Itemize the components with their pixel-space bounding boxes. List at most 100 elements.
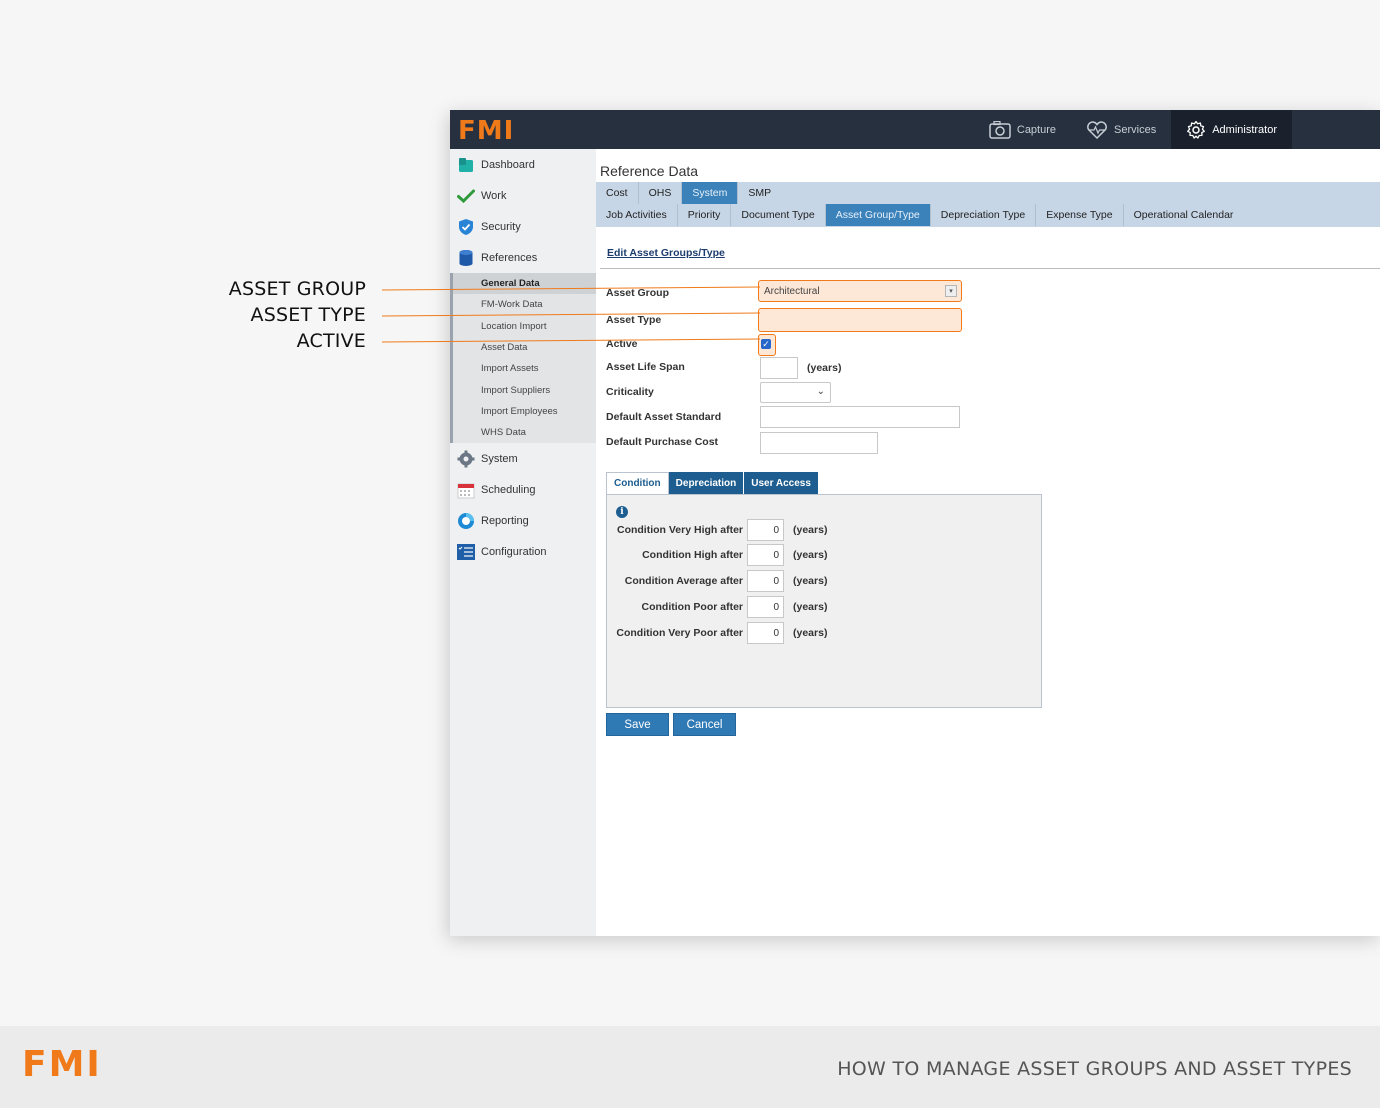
submenu-whs-data[interactable]: WHS Data: [453, 422, 596, 443]
callout-asset-type: ASSET TYPE: [250, 304, 366, 326]
condition-label: Condition Very High after: [616, 524, 743, 536]
condition-label: Condition Poor after: [641, 601, 744, 613]
page-title: Reference Data: [600, 163, 699, 179]
life-span-unit: (years): [807, 362, 842, 374]
condition-input[interactable]: 0: [747, 622, 784, 644]
tab-smp[interactable]: SMP: [738, 182, 781, 204]
condition-input[interactable]: 0: [747, 519, 784, 541]
nav-administrator-label: Administrator: [1212, 123, 1277, 136]
tab-expense-type[interactable]: Expense Type: [1036, 204, 1124, 226]
criticality-select[interactable]: ⌄: [760, 382, 831, 403]
sidebar-item-reporting[interactable]: Reporting: [450, 505, 596, 536]
info-icon[interactable]: i: [616, 506, 628, 518]
sidebar-item-work[interactable]: Work: [450, 180, 596, 211]
condition-unit: (years): [793, 601, 828, 613]
sidebar-item-security[interactable]: Security: [450, 211, 596, 242]
sidebar-label-configuration: Configuration: [481, 545, 547, 558]
tab-priority[interactable]: Priority: [678, 204, 732, 226]
default-cost-label: Default Purchase Cost: [606, 436, 719, 448]
callout-asset-group: ASSET GROUP: [228, 278, 366, 300]
condition-input[interactable]: 0: [747, 596, 784, 618]
top-nav: Capture Services Administrator: [974, 110, 1292, 149]
inner-tabs: Condition Depreciation User Access: [606, 472, 819, 494]
dashboard-icon: [457, 156, 475, 174]
condition-input[interactable]: 0: [747, 544, 784, 566]
condition-panel: i Condition Very High after 0 (years) Co…: [606, 494, 1042, 708]
submenu-asset-data[interactable]: Asset Data: [453, 337, 596, 358]
sidebar-label-reporting: Reporting: [481, 514, 529, 527]
footer: FMI HOW TO MANAGE ASSET GROUPS AND ASSET…: [0, 1026, 1380, 1108]
sidebar-label-scheduling: Scheduling: [481, 483, 536, 496]
sidebar: Dashboard Work Security References Gener…: [450, 149, 596, 936]
asset-group-select[interactable]: Architectural ▾: [758, 280, 962, 302]
condition-unit: (years): [793, 524, 828, 536]
nav-capture[interactable]: Capture: [974, 110, 1071, 149]
submenu-import-assets[interactable]: Import Assets: [453, 358, 596, 379]
tab-user-access[interactable]: User Access: [744, 472, 819, 494]
tab-operational-calendar[interactable]: Operational Calendar: [1124, 204, 1244, 226]
app-window: FMI Capture Services Administrator Dashb…: [450, 110, 1380, 936]
sidebar-label-work: Work: [481, 189, 507, 202]
sidebar-item-system[interactable]: System: [450, 443, 596, 474]
condition-unit: (years): [793, 575, 828, 587]
heartbeat-icon: [1086, 120, 1108, 139]
default-standard-input[interactable]: [760, 406, 960, 428]
list-icon: [457, 543, 475, 561]
nav-services[interactable]: Services: [1071, 110, 1171, 149]
tab-row-primary: Cost OHS System SMP: [596, 182, 1380, 204]
submenu-import-employees[interactable]: Import Employees: [453, 401, 596, 422]
asset-type-input[interactable]: [758, 308, 962, 332]
footer-logo: FMI: [22, 1044, 102, 1085]
cancel-button[interactable]: Cancel: [673, 713, 736, 736]
sidebar-label-references: References: [481, 251, 538, 264]
tab-document-type[interactable]: Document Type: [731, 204, 826, 226]
footer-title: HOW TO MANAGE ASSET GROUPS AND ASSET TYP…: [837, 1058, 1352, 1080]
condition-unit: (years): [793, 627, 828, 639]
sidebar-item-dashboard[interactable]: Dashboard: [450, 149, 596, 180]
gear-icon: [1186, 120, 1206, 140]
gear-icon: [457, 450, 475, 468]
checkmark-icon: [457, 187, 475, 205]
callout-active: ACTIVE: [296, 330, 366, 352]
calendar-icon: [457, 481, 475, 499]
chevron-down-icon: ⌄: [816, 386, 825, 397]
active-checkbox[interactable]: ✓: [761, 339, 771, 349]
active-label: Active: [606, 338, 638, 350]
condition-row: Condition Poor after 0 (years): [607, 596, 1041, 618]
tab-condition[interactable]: Condition: [606, 472, 669, 494]
tab-depreciation[interactable]: Depreciation: [668, 472, 745, 494]
submenu-location-import[interactable]: Location Import: [453, 316, 596, 337]
condition-input[interactable]: 0: [747, 570, 784, 592]
edit-asset-groups-link[interactable]: Edit Asset Groups/Type: [607, 247, 725, 259]
condition-row: Condition Very Poor after 0 (years): [607, 622, 1041, 644]
condition-label: Condition Average after: [624, 575, 743, 587]
submenu-fm-work-data[interactable]: FM-Work Data: [453, 294, 596, 315]
sidebar-item-scheduling[interactable]: Scheduling: [450, 474, 596, 505]
submenu-import-suppliers[interactable]: Import Suppliers: [453, 379, 596, 400]
nav-administrator[interactable]: Administrator: [1171, 110, 1292, 149]
tab-ohs[interactable]: OHS: [639, 182, 683, 204]
sidebar-label-dashboard: Dashboard: [481, 158, 535, 171]
tab-asset-group-type[interactable]: Asset Group/Type: [825, 204, 931, 226]
main-content: Reference Data Cost OHS System SMP Job A…: [596, 149, 1380, 936]
tab-system[interactable]: System: [682, 182, 739, 204]
default-cost-input[interactable]: [760, 432, 878, 454]
database-icon: [457, 249, 475, 267]
nav-capture-label: Capture: [1016, 123, 1057, 136]
shield-icon: [457, 218, 475, 236]
save-button[interactable]: Save: [606, 713, 669, 736]
tab-job-activities[interactable]: Job Activities: [596, 204, 678, 226]
sidebar-item-references[interactable]: References: [450, 242, 596, 273]
life-span-input[interactable]: [760, 357, 798, 379]
condition-label: Condition Very Poor after: [616, 627, 743, 639]
chevron-down-icon: ▾: [945, 285, 957, 297]
references-submenu: General Data FM-Work Data Location Impor…: [450, 273, 596, 444]
sidebar-item-configuration[interactable]: Configuration: [450, 536, 596, 567]
divider: [600, 268, 1380, 269]
submenu-general-data[interactable]: General Data: [453, 273, 596, 295]
tab-row-secondary: Job Activities Priority Document Type As…: [596, 204, 1380, 226]
condition-unit: (years): [793, 549, 828, 561]
sidebar-label-security: Security: [481, 220, 521, 233]
tab-cost[interactable]: Cost: [596, 182, 639, 204]
tab-depreciation-type[interactable]: Depreciation Type: [931, 204, 1037, 226]
